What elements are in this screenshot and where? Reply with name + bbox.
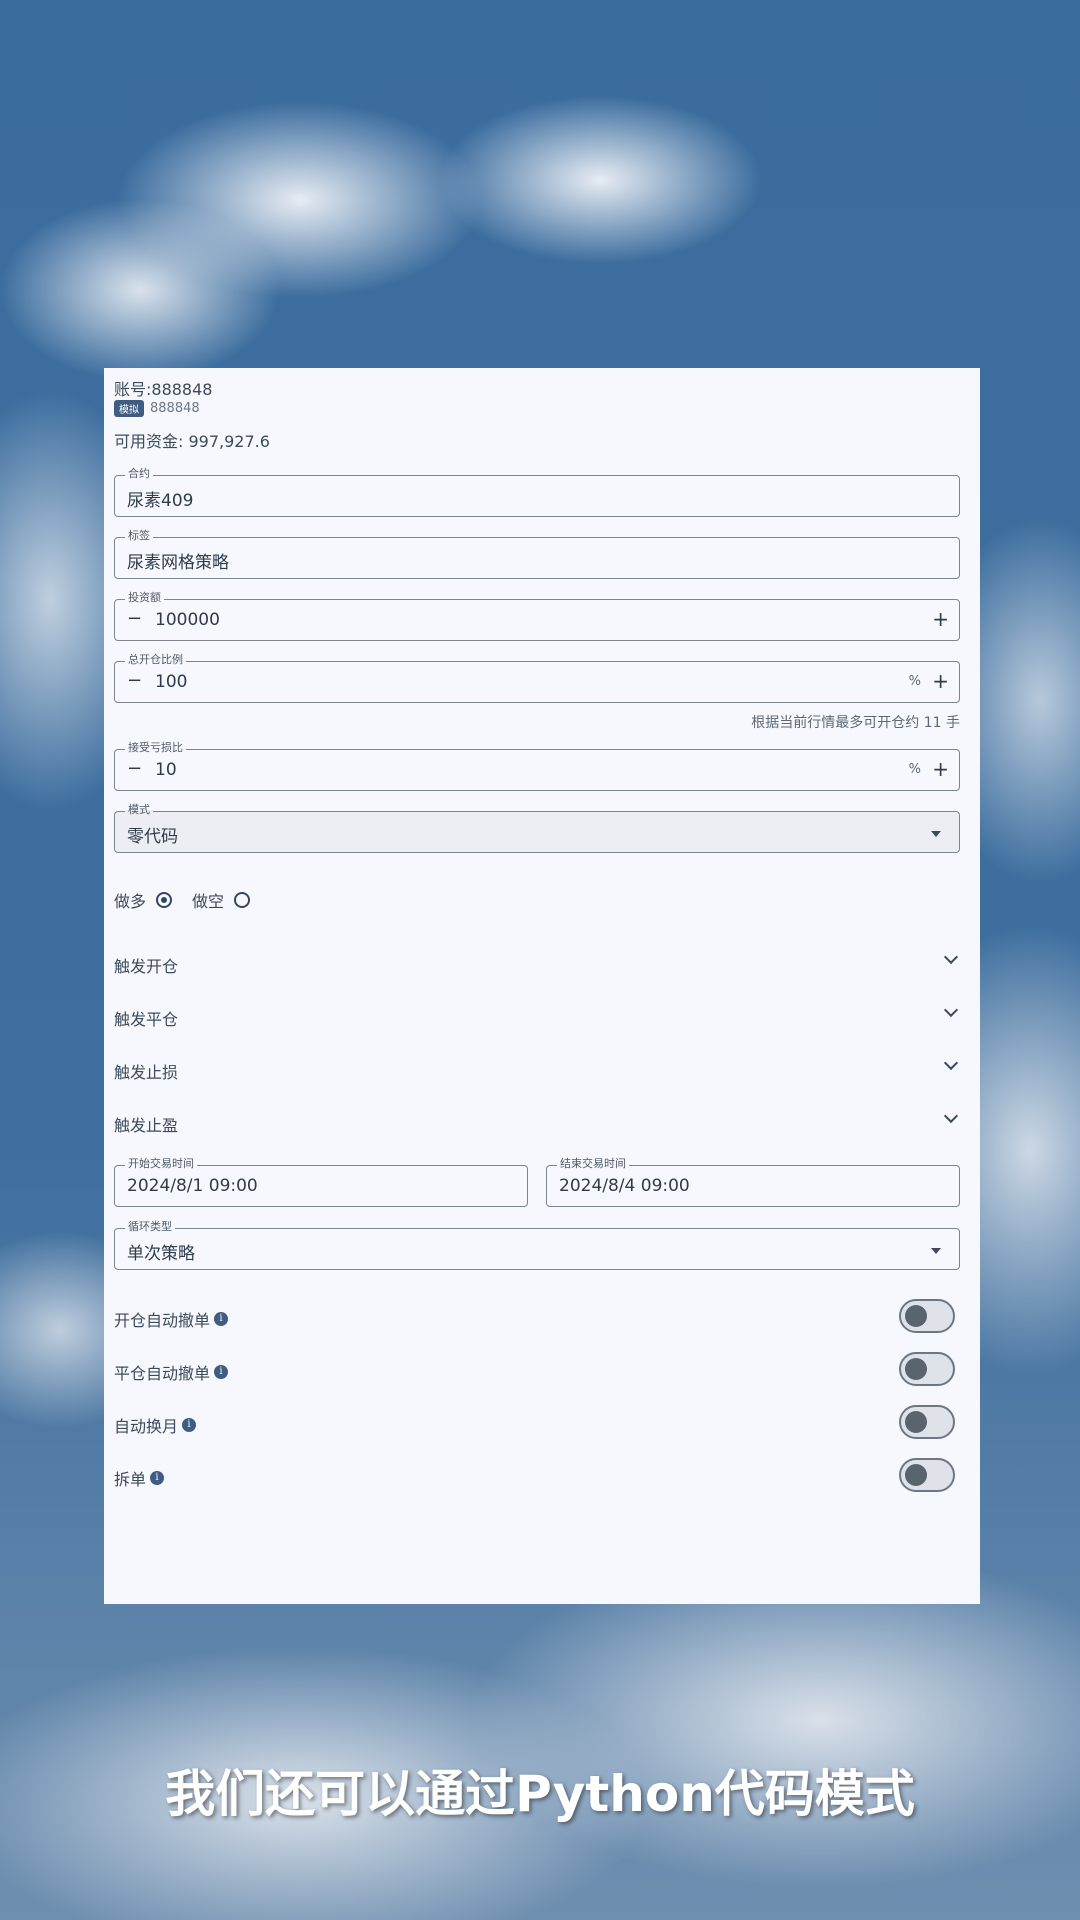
investment-minus-button[interactable]: −	[127, 608, 142, 629]
section-trigger-close[interactable]: 触发平仓	[114, 1001, 960, 1031]
end-time-label: 结束交易时间	[557, 1157, 629, 1171]
contract-value[interactable]: 尿素409	[127, 486, 193, 511]
radio-unchecked-icon[interactable]	[234, 892, 251, 908]
contract-label: 合约	[125, 467, 153, 481]
toggle-label-wrap: 开仓自动撤单 i	[114, 1307, 229, 1331]
max-lots-hint: 根据当前行情最多可开仓约 11 手	[751, 715, 960, 731]
loss-ratio-minus-button[interactable]: −	[127, 758, 142, 779]
auto-rollover-toggle[interactable]	[899, 1405, 955, 1439]
loss-ratio-unit: %	[908, 762, 921, 777]
tag-label: 标签	[125, 529, 153, 543]
chevron-down-icon[interactable]	[943, 1108, 959, 1124]
toggle-label-wrap: 拆单 i	[114, 1466, 165, 1490]
radio-long-label: 做多	[114, 892, 147, 911]
loss-ratio-label: 接受亏损比	[125, 741, 186, 755]
radio-long[interactable]: 做多	[114, 888, 173, 912]
info-icon[interactable]: i	[214, 1365, 229, 1379]
end-time-value[interactable]: 2024/8/4 09:00	[559, 1176, 690, 1196]
toggle-label: 开仓自动撤单	[114, 1311, 211, 1330]
open-ratio-label: 总开仓比例	[125, 653, 186, 667]
split-order-toggle[interactable]	[899, 1458, 955, 1492]
cycle-type-value: 单次策略	[127, 1244, 195, 1264]
loss-ratio-field[interactable]: 接受亏损比 − 10 % +	[114, 741, 960, 791]
toggle-row-split-order: 拆单 i	[114, 1456, 960, 1496]
close-auto-cancel-toggle[interactable]	[899, 1352, 955, 1386]
mode-label: 模式	[125, 803, 153, 817]
available-funds: 可用资金: 997,927.6	[114, 432, 270, 451]
open-ratio-minus-button[interactable]: −	[127, 670, 142, 691]
toggle-label-wrap: 自动换月 i	[114, 1413, 197, 1437]
end-time-field[interactable]: 结束交易时间 2024/8/4 09:00	[546, 1157, 960, 1207]
sim-badge: 模拟	[114, 400, 144, 417]
open-auto-cancel-toggle[interactable]	[899, 1299, 955, 1333]
info-icon[interactable]: i	[150, 1471, 165, 1485]
radio-short-label: 做空	[192, 892, 225, 911]
chevron-down-icon[interactable]	[943, 1055, 959, 1071]
section-trigger-open[interactable]: 触发开仓	[114, 948, 960, 978]
section-label: 触发平仓	[114, 1010, 179, 1029]
account-sub-row: 模拟 888848	[114, 400, 200, 417]
toggle-label: 拆单	[114, 1470, 147, 1489]
mode-select[interactable]: 模式 零代码	[114, 803, 960, 853]
loss-ratio-plus-button[interactable]: +	[932, 757, 949, 781]
start-time-field[interactable]: 开始交易时间 2024/8/1 09:00	[114, 1157, 528, 1207]
open-ratio-field[interactable]: 总开仓比例 − 100 % +	[114, 653, 960, 703]
radio-short[interactable]: 做空	[192, 888, 251, 912]
investment-plus-button[interactable]: +	[932, 607, 949, 631]
investment-value[interactable]: 100000	[155, 610, 220, 630]
loss-ratio-value[interactable]: 10	[155, 760, 177, 780]
account-id: 888848	[150, 401, 200, 416]
contract-field[interactable]: 合约 尿素409	[114, 467, 960, 517]
toggle-row-auto-rollover: 自动换月 i	[114, 1403, 960, 1443]
cycle-type-select[interactable]: 循环类型 单次策略	[114, 1220, 960, 1270]
info-icon[interactable]: i	[214, 1312, 229, 1326]
tag-field[interactable]: 标签 尿素网格策略	[114, 529, 960, 579]
investment-field[interactable]: 投资额 − 100000 +	[114, 591, 960, 641]
video-subtitle: 我们还可以通过Python代码模式	[165, 1765, 915, 1823]
section-trigger-stop-loss[interactable]: 触发止损	[114, 1054, 960, 1084]
toggle-row-open-auto-cancel: 开仓自动撤单 i	[114, 1297, 960, 1337]
toggle-label: 平仓自动撤单	[114, 1364, 211, 1383]
mode-value: 零代码	[127, 827, 178, 847]
toggle-label-wrap: 平仓自动撤单 i	[114, 1360, 229, 1384]
open-ratio-unit: %	[908, 674, 921, 689]
open-ratio-plus-button[interactable]: +	[932, 669, 949, 693]
account-label: 账号:888848	[114, 380, 213, 399]
open-ratio-value[interactable]: 100	[155, 672, 187, 692]
chevron-down-icon[interactable]	[943, 949, 959, 965]
start-time-value[interactable]: 2024/8/1 09:00	[127, 1176, 258, 1196]
radio-checked-icon[interactable]	[156, 892, 173, 908]
section-trigger-take-profit[interactable]: 触发止盈	[114, 1107, 960, 1137]
info-icon[interactable]: i	[182, 1418, 197, 1432]
direction-radio-group: 做多 做空	[114, 888, 270, 912]
tag-value[interactable]: 尿素网格策略	[127, 548, 229, 573]
dropdown-caret-icon	[931, 1248, 941, 1254]
investment-label: 投资额	[125, 591, 164, 605]
strategy-form-panel: 账号:888848 模拟 888848 可用资金: 997,927.6 合约 尿…	[104, 368, 980, 1604]
dropdown-caret-icon	[931, 831, 941, 837]
section-label: 触发止损	[114, 1063, 179, 1082]
toggle-label: 自动换月	[114, 1417, 179, 1436]
cycle-type-label: 循环类型	[125, 1220, 175, 1234]
start-time-label: 开始交易时间	[125, 1157, 197, 1171]
toggle-row-close-auto-cancel: 平仓自动撤单 i	[114, 1350, 960, 1390]
section-label: 触发止盈	[114, 1116, 179, 1135]
chevron-down-icon[interactable]	[943, 1002, 959, 1018]
section-label: 触发开仓	[114, 957, 179, 976]
